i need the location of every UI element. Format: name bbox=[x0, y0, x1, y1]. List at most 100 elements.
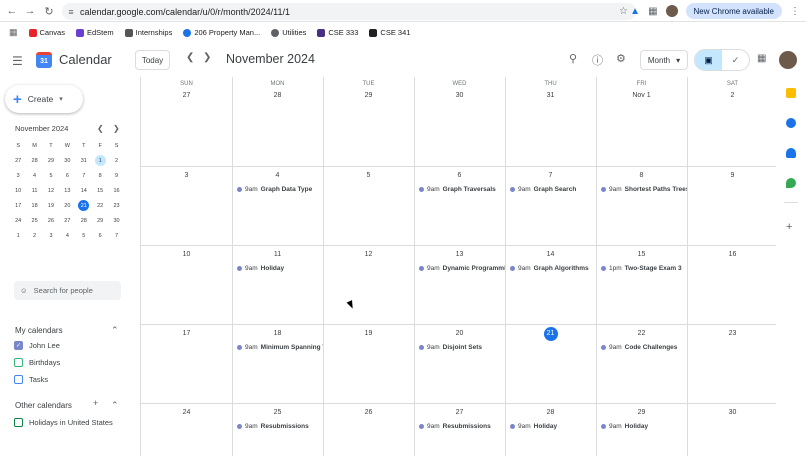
mini-day[interactable]: 6 bbox=[92, 228, 108, 243]
day-number[interactable]: 30 bbox=[687, 409, 778, 416]
day-number[interactable]: 28 bbox=[232, 92, 323, 99]
mini-day[interactable]: 14 bbox=[76, 183, 92, 198]
calendar-item[interactable]: Tasks bbox=[14, 375, 48, 384]
create-button[interactable]: + Create ▾ bbox=[5, 85, 83, 113]
day-number[interactable]: 3 bbox=[141, 172, 232, 179]
mini-day[interactable]: 13 bbox=[59, 183, 75, 198]
next-month-icon[interactable]: ❯ bbox=[203, 52, 211, 63]
mini-day[interactable]: 28 bbox=[26, 153, 42, 168]
day-number[interactable]: 28 bbox=[505, 409, 596, 416]
calendar-event[interactable]: 9am Graph Traversals bbox=[419, 186, 505, 193]
mini-day[interactable]: 2 bbox=[26, 228, 42, 243]
calendar-event[interactable]: 9am Holiday bbox=[601, 423, 687, 430]
day-number[interactable]: 10 bbox=[141, 251, 232, 258]
day-number[interactable]: 26 bbox=[323, 409, 414, 416]
day-number[interactable]: 15 bbox=[596, 251, 687, 258]
prev-month-icon[interactable]: ❮ bbox=[186, 52, 194, 63]
today-button[interactable]: Today bbox=[135, 50, 170, 70]
site-info-icon[interactable]: ≡ bbox=[62, 7, 80, 17]
calendar-event[interactable]: 9am Graph Search bbox=[510, 186, 596, 193]
day-number[interactable]: 6 bbox=[414, 172, 505, 179]
calendar-event[interactable]: 9am Disjoint Sets bbox=[419, 344, 505, 351]
calendar-checkbox[interactable] bbox=[14, 358, 23, 367]
help-icon[interactable]: ⓘ bbox=[592, 52, 603, 68]
mini-next-icon[interactable]: ❯ bbox=[113, 124, 120, 133]
settings-gear-icon[interactable]: ⚙ bbox=[616, 52, 626, 65]
mini-day[interactable]: 27 bbox=[59, 213, 75, 228]
add-calendar-icon[interactable]: + bbox=[93, 398, 98, 408]
address-bar[interactable]: ≡ calendar.google.com/calendar/u/0/r/mon… bbox=[62, 3, 636, 20]
calendar-event[interactable]: 9am Resubmissions bbox=[237, 423, 323, 430]
calendar-event[interactable]: 9am Resubmissions bbox=[419, 423, 505, 430]
calendar-event[interactable]: 9am Code Challenges bbox=[601, 344, 687, 351]
profile-avatar[interactable] bbox=[665, 5, 678, 17]
day-number[interactable]: 11 bbox=[232, 251, 323, 258]
mini-day[interactable]: 26 bbox=[43, 213, 59, 228]
mini-day[interactable]: 19 bbox=[43, 198, 59, 213]
calendar-event[interactable]: 9am Holiday bbox=[510, 423, 596, 430]
mini-day[interactable]: 8 bbox=[92, 168, 108, 183]
mini-day[interactable]: 22 bbox=[92, 198, 108, 213]
day-number[interactable]: 5 bbox=[323, 172, 414, 179]
day-number[interactable]: 17 bbox=[141, 330, 232, 337]
day-number[interactable]: 9 bbox=[687, 172, 778, 179]
apps-icon[interactable]: ▦ bbox=[9, 27, 18, 38]
main-menu-icon[interactable]: ☰ bbox=[12, 54, 23, 68]
more-menu-icon[interactable]: ⋮ bbox=[790, 6, 800, 17]
keep-icon[interactable] bbox=[786, 88, 796, 98]
other-calendars-title[interactable]: Other calendars bbox=[15, 401, 72, 410]
day-number[interactable]: 29 bbox=[596, 409, 687, 416]
calendar-checkbox[interactable]: ✓ bbox=[14, 341, 23, 350]
contacts-icon[interactable] bbox=[786, 148, 796, 158]
mini-day[interactable]: 15 bbox=[92, 183, 108, 198]
tasks-view-icon[interactable]: ✓ bbox=[722, 50, 749, 70]
day-number[interactable]: 22 bbox=[596, 330, 687, 337]
mini-day[interactable]: 23 bbox=[108, 198, 124, 213]
day-number[interactable]: Nov 1 bbox=[596, 92, 687, 99]
mini-day[interactable]: 4 bbox=[26, 168, 42, 183]
mini-day[interactable]: 25 bbox=[26, 213, 42, 228]
mini-day[interactable]: 30 bbox=[59, 153, 75, 168]
search-icon[interactable]: ⚲ bbox=[569, 52, 577, 65]
day-number[interactable]: 18 bbox=[232, 330, 323, 337]
day-number[interactable]: 14 bbox=[505, 251, 596, 258]
day-number[interactable]: 19 bbox=[323, 330, 414, 337]
calendar-event[interactable]: 1pm Two-Stage Exam 3 bbox=[601, 265, 687, 272]
calendar-event[interactable]: 9am Holiday bbox=[237, 265, 323, 272]
day-number[interactable]: 2 bbox=[687, 92, 778, 99]
mini-day[interactable]: 17 bbox=[10, 198, 26, 213]
google-apps-icon[interactable]: ▦ bbox=[757, 53, 766, 64]
day-number[interactable]: 16 bbox=[687, 251, 778, 258]
my-calendars-title[interactable]: My calendars bbox=[15, 326, 63, 335]
mini-day[interactable]: 10 bbox=[10, 183, 26, 198]
day-number[interactable]: 8 bbox=[596, 172, 687, 179]
collapse-icon[interactable]: ⌃ bbox=[111, 325, 119, 336]
mini-day[interactable]: 7 bbox=[108, 228, 124, 243]
day-number[interactable]: 23 bbox=[687, 330, 778, 337]
bookmark-edstem[interactable]: EdStem bbox=[75, 28, 114, 37]
mini-day[interactable]: 3 bbox=[10, 168, 26, 183]
bookmark-cse333[interactable]: CSE 333 bbox=[317, 28, 358, 37]
mini-day[interactable]: 3 bbox=[43, 228, 59, 243]
bookmark-utilities[interactable]: Utilities bbox=[271, 28, 306, 37]
bookmark-star-icon[interactable]: ☆ bbox=[619, 6, 628, 17]
calendar-checkbox[interactable] bbox=[14, 418, 23, 427]
mini-day[interactable]: 4 bbox=[59, 228, 75, 243]
mini-day[interactable]: 6 bbox=[59, 168, 75, 183]
mini-prev-icon[interactable]: ❮ bbox=[97, 124, 104, 133]
mini-day[interactable]: 5 bbox=[76, 228, 92, 243]
forward-icon[interactable]: → bbox=[21, 2, 39, 20]
update-chrome-button[interactable]: New Chrome available bbox=[685, 3, 782, 19]
account-avatar[interactable] bbox=[779, 51, 797, 69]
mini-day[interactable]: 18 bbox=[26, 198, 42, 213]
calendar-item[interactable]: ✓ John Lee bbox=[14, 341, 60, 350]
day-number[interactable]: 29 bbox=[323, 92, 414, 99]
day-number[interactable]: 20 bbox=[414, 330, 505, 337]
day-number[interactable]: 27 bbox=[141, 92, 232, 99]
mini-day[interactable]: 9 bbox=[108, 168, 124, 183]
calendar-event[interactable]: 9amMinimum Spanning Trees bbox=[237, 344, 323, 351]
day-number[interactable]: 21 bbox=[505, 327, 596, 341]
mini-day[interactable]: 1 bbox=[10, 228, 26, 243]
bookmark-internships[interactable]: Internships bbox=[124, 28, 172, 37]
day-number[interactable]: 27 bbox=[414, 409, 505, 416]
